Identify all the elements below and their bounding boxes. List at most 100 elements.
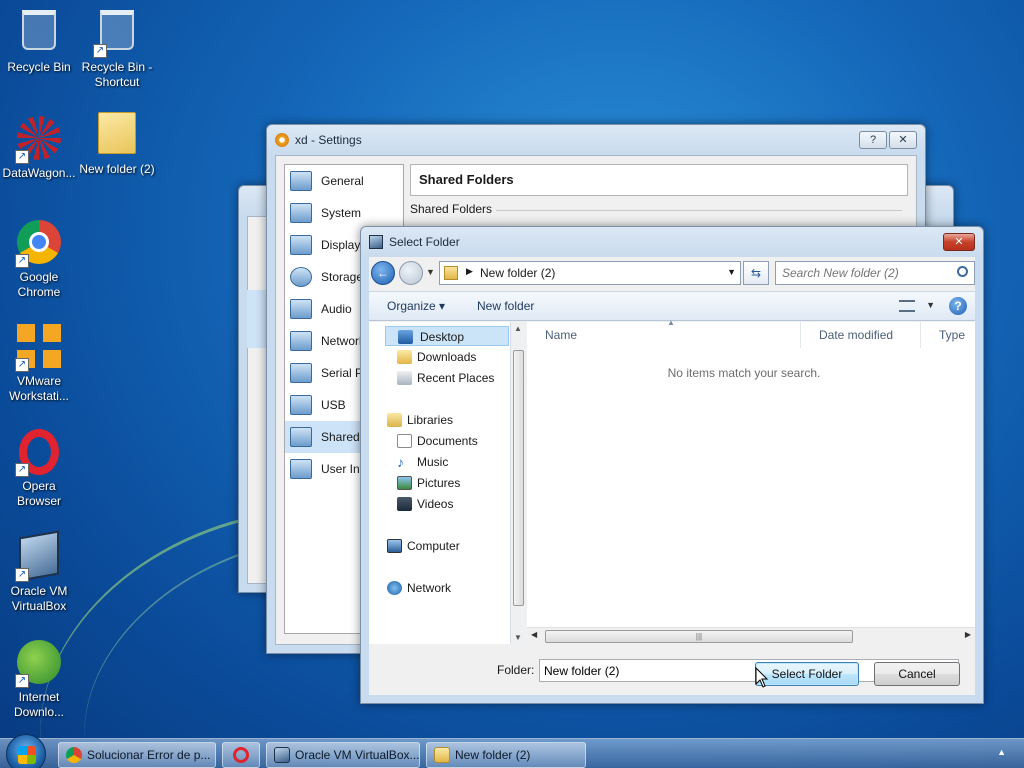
- folder-icon: [434, 747, 450, 763]
- help-icon[interactable]: ?: [949, 297, 967, 315]
- organize-menu[interactable]: Organize ▾: [387, 299, 445, 313]
- desktop-icon-internet-download[interactable]: ↗ Internet Downlo...: [0, 638, 78, 720]
- nav-item-downloads[interactable]: Downloads: [397, 347, 507, 367]
- desktop-icon-opera[interactable]: ↗ Opera Browser: [0, 428, 78, 509]
- display-icon: [290, 235, 312, 255]
- close-button[interactable]: ✕: [889, 131, 917, 149]
- desktop-icon-vmware[interactable]: ↗ VMware Workstati...: [0, 322, 78, 404]
- start-button[interactable]: [6, 734, 46, 768]
- taskbar-button-chrome[interactable]: Solucionar Error de p...: [58, 742, 216, 768]
- computer-icon: [387, 539, 402, 553]
- general-icon: [290, 171, 312, 191]
- file-list-pane[interactable]: Name ▲ Date modified Type No items match…: [527, 318, 975, 644]
- desktop-icon-label: Recycle Bin: [7, 60, 71, 74]
- scroll-down-icon[interactable]: ▼: [514, 633, 522, 642]
- refresh-icon[interactable]: ⇆: [743, 261, 769, 285]
- nav-item-documents[interactable]: Documents: [397, 431, 507, 451]
- virtualbox-icon: ↗: [15, 530, 63, 582]
- nav-label: Recent Places: [417, 371, 495, 385]
- organize-label: Organize: [387, 299, 436, 313]
- column-header-name[interactable]: Name: [527, 322, 801, 348]
- search-box[interactable]: [775, 261, 975, 285]
- new-folder-button[interactable]: New folder: [477, 299, 534, 313]
- folder-icon: [444, 266, 458, 280]
- taskbar-button-virtualbox[interactable]: Oracle VM VirtualBox...: [266, 742, 420, 768]
- settings-item-general[interactable]: General: [285, 165, 403, 197]
- breadcrumb-chevron-icon[interactable]: ▶: [466, 266, 473, 277]
- help-button[interactable]: ?: [859, 131, 887, 149]
- desktop-icon-recycle-bin-shortcut[interactable]: ↗ Recycle Bin - Shortcut: [78, 6, 156, 90]
- column-header-date-modified[interactable]: Date modified: [801, 322, 921, 348]
- virtualbox-icon: [274, 747, 290, 763]
- recent-locations-chevron-icon[interactable]: ▼: [426, 267, 435, 277]
- view-dropdown-icon[interactable]: ▼: [926, 300, 935, 310]
- navigation-pane-scrollbar[interactable]: ▲ ▼: [510, 322, 525, 644]
- desktop-icon-virtualbox[interactable]: ↗ Oracle VM VirtualBox: [0, 530, 78, 614]
- recycle-bin-icon: [15, 10, 63, 58]
- scroll-left-icon[interactable]: ◀: [531, 630, 537, 639]
- settings-item-system[interactable]: System: [285, 197, 403, 229]
- section-divider: [496, 210, 902, 211]
- cancel-button[interactable]: Cancel: [874, 662, 960, 686]
- search-icon[interactable]: [957, 266, 968, 277]
- address-bar[interactable]: ▶ New folder (2) ▼: [439, 261, 741, 285]
- desktop-icon-new-folder[interactable]: New folder (2): [78, 110, 156, 177]
- select-folder-button[interactable]: Select Folder: [755, 662, 859, 686]
- nav-item-network[interactable]: Network: [387, 578, 507, 598]
- desktop-icon-datawagon[interactable]: ↗ DataWagon...: [0, 114, 78, 181]
- recent-places-icon: [397, 371, 412, 385]
- nav-item-pictures[interactable]: Pictures: [397, 473, 507, 493]
- nav-item-computer[interactable]: Computer: [387, 536, 507, 556]
- taskbar-button-opera[interactable]: [222, 742, 260, 768]
- nav-label: Network: [407, 581, 452, 595]
- vmware-icon: ↗: [15, 324, 63, 372]
- storage-icon: [290, 267, 312, 287]
- folder-field-label: Folder:: [497, 663, 535, 677]
- settings-title-bar[interactable]: xd - Settings ? ✕: [267, 125, 925, 155]
- settings-item-label: Audio: [321, 302, 352, 316]
- virtualbox-icon: [369, 235, 383, 249]
- dialog-title-bar[interactable]: Select Folder ✕: [361, 227, 983, 257]
- nav-label: Libraries: [407, 413, 454, 427]
- view-options-icon[interactable]: [899, 300, 915, 312]
- address-dropdown-icon[interactable]: ▼: [727, 267, 736, 277]
- scrollbar-thumb[interactable]: [513, 350, 524, 606]
- scroll-up-icon[interactable]: ▲: [514, 324, 522, 333]
- taskbar-button-explorer[interactable]: New folder (2): [426, 742, 586, 768]
- nav-label: Desktop: [420, 330, 465, 344]
- audio-icon: [290, 299, 312, 319]
- user-interface-icon: [290, 459, 312, 479]
- settings-item-label: USB: [321, 398, 346, 412]
- nav-item-recent-places[interactable]: Recent Places: [397, 368, 507, 388]
- close-button[interactable]: ✕: [943, 233, 975, 251]
- nav-item-music[interactable]: ♪ Music: [397, 452, 507, 472]
- forward-arrow-icon[interactable]: [399, 261, 423, 285]
- folder-icon: [93, 112, 141, 160]
- file-list-horizontal-scrollbar[interactable]: ◀ ||| ▶: [527, 627, 975, 644]
- desktop-icon-google-chrome[interactable]: ↗ Google Chrome: [0, 218, 78, 300]
- settings-item-label: Network: [321, 334, 366, 348]
- nav-item-videos[interactable]: Videos: [397, 494, 507, 514]
- desktop-icon-label: Oracle VM VirtualBox: [10, 584, 68, 613]
- show-hidden-icons-icon[interactable]: ▲: [997, 747, 1006, 757]
- system-icon: [290, 203, 312, 223]
- desktop-icon-recycle-bin[interactable]: Recycle Bin: [0, 6, 78, 75]
- empty-results-message: No items match your search.: [667, 366, 821, 380]
- back-arrow-icon[interactable]: ←: [371, 261, 395, 285]
- nav-item-desktop[interactable]: Desktop: [385, 326, 509, 346]
- libraries-icon: [387, 413, 402, 427]
- search-input[interactable]: [782, 263, 962, 283]
- scroll-right-icon[interactable]: ▶: [965, 630, 971, 639]
- scrollbar-thumb[interactable]: |||: [545, 630, 853, 643]
- column-header-type[interactable]: Type: [921, 322, 985, 348]
- chrome-icon: ↗: [15, 220, 63, 268]
- select-folder-dialog[interactable]: Select Folder ✕ ← ▼ ▶ New folder (2) ▼ ⇆…: [360, 226, 984, 704]
- breadcrumb[interactable]: New folder (2): [480, 266, 555, 280]
- settings-item-label: System: [321, 206, 362, 220]
- nav-label: Documents: [417, 434, 478, 448]
- desktop-icon-label: DataWagon...: [2, 166, 76, 180]
- desktop-icon-label: Opera Browser: [16, 479, 61, 508]
- nav-item-libraries[interactable]: Libraries: [387, 410, 507, 430]
- datawagon-icon: ↗: [15, 116, 63, 164]
- settings-page-header: Shared Folders: [410, 164, 908, 196]
